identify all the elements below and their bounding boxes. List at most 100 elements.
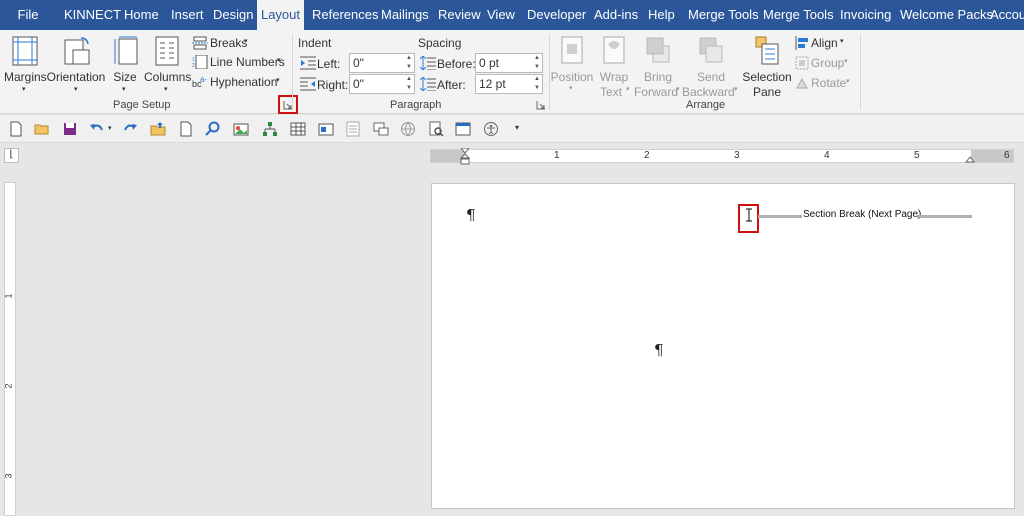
section-break-line-right [917,215,972,218]
document-page[interactable]: ¶ Section Break (Next Page) ¶ [431,183,1015,509]
globe-icon[interactable] [400,121,416,137]
chevron-down-icon: ▾ [244,38,248,45]
new-document-icon[interactable] [8,121,24,137]
align-icon [795,36,808,50]
selection-pane-label-1: Selection [742,70,792,84]
ruler-number: 2 [3,383,14,389]
line-numbers-button[interactable]: 12 Line Numbers ▾ [192,53,287,71]
align-button[interactable]: Align ▾ [795,34,855,52]
table-icon[interactable] [290,121,306,137]
blank-page-icon[interactable] [178,121,194,137]
save-icon[interactable] [62,121,78,137]
embed-object-icon[interactable] [318,121,334,137]
hyphenation-label: Hyphenation [210,75,278,89]
spinner-icon[interactable]: ▲ ▼ [406,54,412,72]
ruler-number: 5 [914,150,920,161]
tab-mailings[interactable]: Mailings [381,0,429,30]
spacing-label: Spacing [418,36,462,50]
wrap-text-label-2: Text [599,85,622,99]
accessibility-icon[interactable] [483,121,499,137]
paragraph-mark: ¶ [466,206,476,224]
hyphenation-button[interactable]: bc a- Hyphenation ▾ [192,73,287,91]
screenshot-icon[interactable] [373,121,389,137]
spacing-before-input[interactable]: 0 pt ▲ ▼ [475,53,543,73]
form-icon[interactable] [345,121,361,137]
spinner-icon[interactable]: ▲ ▼ [406,75,412,93]
window-icon[interactable] [455,121,471,137]
tab-invoicing[interactable]: Invoicing [840,0,891,30]
tab-view[interactable]: View [487,0,515,30]
tab-references[interactable]: References [312,0,378,30]
breaks-label: Breaks [210,36,248,50]
columns-button[interactable]: Columns ▾ [144,34,192,94]
group-label: Group [811,56,845,70]
breaks-button[interactable]: Breaks ▾ [192,34,282,52]
spinner-icon[interactable]: ▲ ▼ [534,54,540,72]
indent-left-input[interactable]: 0" ▲ ▼ [349,53,415,73]
selection-pane-icon [755,36,779,65]
tab-merge-tools-2[interactable]: Merge Tools [763,0,834,30]
size-icon [114,36,138,65]
indent-marker-icon[interactable] [459,148,471,166]
indent-right-icon [300,77,316,91]
chevron-down-icon: ▾ [626,86,630,93]
bring-forward-icon [646,37,670,63]
spacing-before-label: Before: [437,57,476,71]
group-separator [292,34,293,110]
chevron-down-icon: ▾ [277,57,281,64]
tab-design[interactable]: Design [213,0,253,30]
tab-merge-tools-1[interactable]: Merge Tools [688,0,759,30]
open-folder-icon[interactable] [34,121,50,137]
picture-icon[interactable] [233,121,249,137]
tab-developer[interactable]: Developer [527,0,586,30]
ruler-number: 6 [1004,150,1010,161]
svg-text:a-: a- [200,75,207,84]
size-button[interactable]: Size ▾ [108,34,142,94]
section-break-label: Section Break (Next Page) [803,209,922,220]
search-icon[interactable] [205,121,221,137]
customize-toolbar-icon[interactable]: ▾ [515,123,519,132]
quick-access-toolbar: ▾ ▾ [0,115,1024,143]
indent-right-input[interactable]: 0" ▲ ▼ [349,74,415,94]
tab-layout[interactable]: Layout [257,0,304,30]
tab-review[interactable]: Review [438,0,481,30]
redo-icon[interactable] [122,121,138,137]
tab-home[interactable]: Home [124,0,159,30]
page-setup-group-label: Page Setup [113,99,171,111]
paragraph-launcher-button[interactable] [536,99,546,110]
right-indent-marker-icon[interactable] [964,154,976,164]
spacing-after-input[interactable]: 12 pt ▲ ▼ [475,74,543,94]
undo-icon[interactable] [89,121,105,137]
position-icon [561,36,583,64]
selection-pane-button[interactable]: Selection Pane [740,34,794,99]
chevron-down-icon: ▾ [122,86,126,93]
send-backward-button: Send Backward ▾ [682,34,740,99]
tab-account[interactable]: Accou [990,0,1024,30]
folder-up-icon[interactable] [150,121,166,137]
org-chart-icon[interactable] [262,121,278,137]
tab-insert[interactable]: Insert [171,0,204,30]
orientation-button[interactable]: Orientation ▾ [46,34,106,94]
chevron-down-icon[interactable]: ▾ [108,124,112,132]
rotate-label: Rotate [811,76,847,90]
tab-kinnect[interactable]: KINNECT [64,0,121,30]
print-preview-icon[interactable] [428,121,444,137]
margins-icon [12,36,38,66]
position-button: Position ▾ [550,34,594,96]
ruler-number: 1 [554,150,560,161]
spinner-icon[interactable]: ▲ ▼ [534,75,540,93]
group-button: Group ▾ [795,54,855,72]
group-separator [860,34,861,110]
margins-button[interactable]: Margins ▾ [4,34,47,94]
horizontal-ruler[interactable]: 1 2 3 4 5 6 [430,148,1014,166]
send-backward-label-1: Send [696,70,726,84]
tab-add-ins[interactable]: Add-ins [594,0,638,30]
tab-help[interactable]: Help [648,0,675,30]
tab-file[interactable]: File [8,0,48,30]
tab-welcome-packs[interactable]: Welcome Packs [900,0,993,30]
vertical-ruler[interactable]: 1 2 3 [4,182,16,516]
line-numbers-label: Line Numbers [210,55,285,69]
tab-stop-selector[interactable]: ⌊ [4,148,19,163]
columns-label: Columns [144,70,192,84]
dialog-launcher-icon [536,101,545,110]
